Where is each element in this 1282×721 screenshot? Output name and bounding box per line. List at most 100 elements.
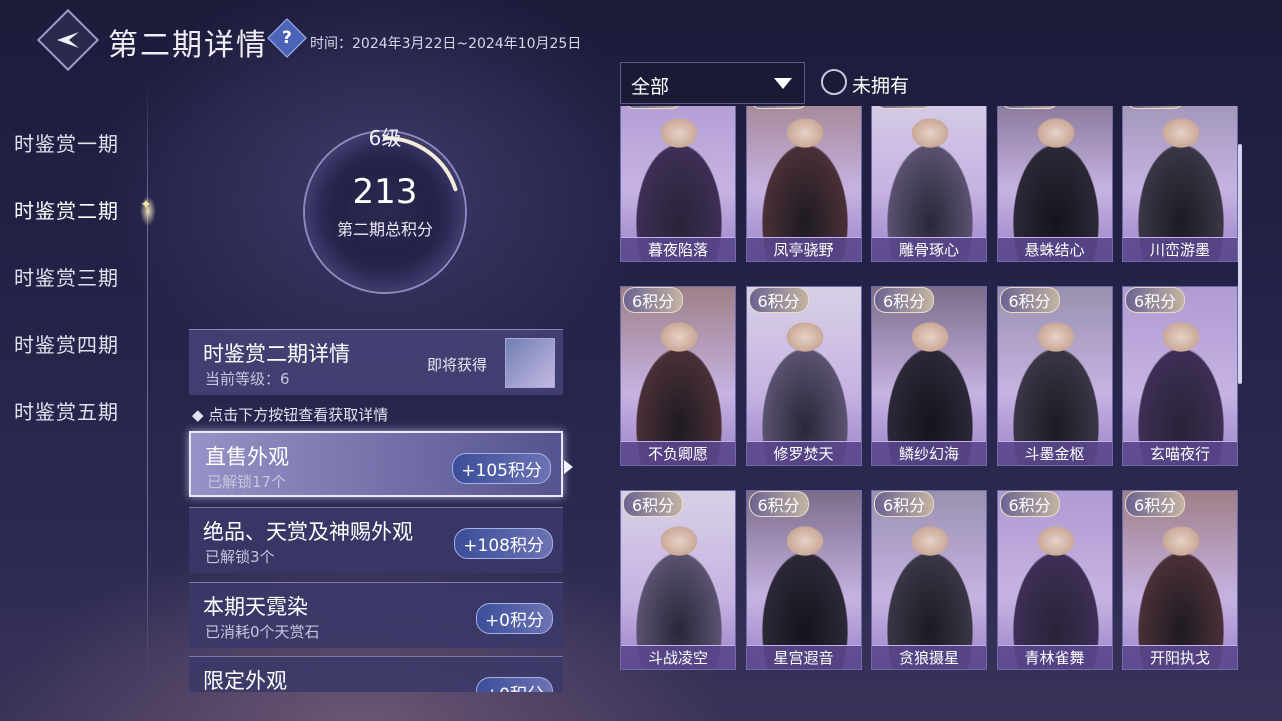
points-badge: 6积分 <box>1125 106 1186 109</box>
filter-value: 全部 <box>631 76 670 98</box>
points-badge: 6积分 <box>874 491 935 517</box>
outfit-card[interactable]: 6积分不负卿愿 <box>620 286 736 466</box>
filter-dropdown[interactable]: 全部 <box>620 62 805 104</box>
outfit-card[interactable]: 6积分斗墨金枢 <box>996 286 1113 466</box>
nav-item-period-3[interactable]: 时鉴赏三期 <box>14 262 174 329</box>
unowned-radio[interactable] <box>821 69 847 95</box>
points-badge: 6积分 <box>999 491 1060 517</box>
category-points: +105积分 <box>452 453 551 484</box>
outfit-portrait <box>872 287 986 465</box>
points-badge: 6积分 <box>623 287 684 313</box>
period-label: 时间：2024年3月22日~2024年10月25日 <box>310 36 582 52</box>
outfit-portrait <box>997 491 1112 669</box>
outfit-name: 贪狼摄星 <box>872 645 986 669</box>
outfit-grid: 6积分暮夜陷落6积分凤亭骁野6积分雕骨琢心6积分悬蛛结心6积分川峦游墨6积分不负… <box>612 106 1242 692</box>
points-badge: 6积分 <box>623 491 684 517</box>
category-points: +0积分 <box>475 677 553 692</box>
current-level: 当前等级：6 <box>205 370 290 388</box>
outfit-name: 修罗焚天 <box>746 441 861 465</box>
outfit-portrait <box>1123 491 1237 669</box>
points-badge: 6积分 <box>623 106 684 109</box>
outfit-portrait <box>621 491 735 669</box>
outfit-portrait <box>746 491 861 669</box>
selected-arrow-icon <box>564 460 573 474</box>
page-title: 第二期详情 <box>108 28 268 63</box>
score-caption: 第二期总积分 <box>336 220 433 239</box>
level-label: 6级 <box>368 126 402 150</box>
category-premium[interactable]: 绝品、天赏及神赐外观 已解锁3个 +108积分 <box>189 507 563 573</box>
outfit-portrait <box>997 287 1112 465</box>
outfit-name: 川峦游墨 <box>1123 237 1237 261</box>
outfit-name: 斗战凌空 <box>621 645 735 669</box>
category-points: +0积分 <box>475 603 553 634</box>
outfit-name: 星宫遐音 <box>746 645 861 669</box>
nav-item-period-5[interactable]: 时鉴赏五期 <box>14 396 174 463</box>
grid-scrollbar[interactable] <box>1238 144 1242 384</box>
outfit-name: 凤亭骁野 <box>746 237 861 261</box>
period-detail-panel[interactable]: 时鉴赏二期详情 当前等级：6 即将获得 <box>189 329 563 395</box>
nav-item-period-1[interactable]: 时鉴赏一期 <box>14 128 174 195</box>
detail-title: 时鉴赏二期详情 <box>203 342 350 366</box>
outfit-portrait <box>872 491 986 669</box>
category-limited[interactable]: 限定外观 +0积分 <box>189 656 563 692</box>
category-sub: 已解锁3个 <box>205 548 275 566</box>
outfit-card[interactable]: 6积分川峦游墨 <box>1122 106 1238 262</box>
category-name: 限定外观 <box>203 669 287 692</box>
chevron-down-icon <box>774 78 792 89</box>
outfit-card[interactable]: 6积分玄喵夜行 <box>1122 286 1238 466</box>
outfit-portrait <box>621 287 735 465</box>
category-name: 直售外观 <box>205 445 289 469</box>
header: 第二期详情 ? 时间：2024年3月22日~2024年10月25日 <box>0 0 660 80</box>
outfit-name: 斗墨金枢 <box>997 441 1112 465</box>
points-badge: 6积分 <box>999 287 1060 313</box>
points-badge: 6积分 <box>748 491 809 517</box>
points-badge: 6积分 <box>1125 491 1186 517</box>
outfit-portrait <box>1123 287 1237 465</box>
outfit-name: 玄喵夜行 <box>1123 441 1237 465</box>
outfit-card[interactable]: 6积分雕骨琢心 <box>871 106 987 262</box>
points-badge: 6积分 <box>999 106 1060 109</box>
category-list-clip: 限定外观 +0积分 <box>189 656 563 692</box>
category-sub: 已解锁17个 <box>207 473 287 491</box>
period-nav: 时鉴赏一期 时鉴赏二期 ✦ 时鉴赏三期 时鉴赏四期 时鉴赏五期 <box>14 128 174 463</box>
upcoming-reward-thumbnail[interactable] <box>505 338 555 388</box>
outfit-name: 暮夜陷落 <box>621 237 735 261</box>
nav-item-period-4[interactable]: 时鉴赏四期 <box>14 329 174 396</box>
points-badge: 6积分 <box>1125 287 1186 313</box>
back-button[interactable] <box>36 8 100 72</box>
help-icon[interactable]: ? <box>267 18 307 58</box>
outfit-card[interactable]: 6积分斗战凌空 <box>620 490 736 670</box>
outfit-name: 青林雀舞 <box>997 645 1112 669</box>
nav-item-period-2[interactable]: 时鉴赏二期 ✦ <box>14 195 174 262</box>
outfit-portrait <box>746 287 861 465</box>
outfit-name: 鳞纱幻海 <box>872 441 986 465</box>
hint-text: ◆ 点击下方按钮查看获取详情 <box>192 406 389 424</box>
category-dye[interactable]: 本期天霓染 已消耗0个天赏石 +0积分 <box>189 582 563 648</box>
outfit-card[interactable]: 6积分 修罗焚天 <box>745 286 862 466</box>
back-arrow-icon <box>57 32 79 48</box>
outfit-card[interactable]: 6积分暮夜陷落 <box>620 106 736 262</box>
category-name: 绝品、天赏及神赐外观 <box>203 520 413 544</box>
outfit-card[interactable]: 6积分悬蛛结心 <box>996 106 1113 262</box>
nav-item-label: 时鉴赏二期 <box>14 199 119 223</box>
points-badge: 6积分 <box>874 287 935 313</box>
active-marker-icon: ✦ <box>140 197 153 213</box>
category-sub: 已消耗0个天赏石 <box>205 623 320 641</box>
outfit-card[interactable]: 6积分星宫遐音 <box>745 490 862 670</box>
outfit-name: 雕骨琢心 <box>872 237 986 261</box>
outfit-card[interactable]: 6积分贪狼摄星 <box>871 490 987 670</box>
total-score: 213 <box>352 172 418 212</box>
outfit-name: 不负卿愿 <box>621 441 735 465</box>
level-progress-arc <box>309 136 461 288</box>
score-ring: 6级 213 第二期总积分 <box>285 112 485 292</box>
outfit-card[interactable]: 6积分青林雀舞 <box>996 490 1113 670</box>
outfit-card[interactable]: 6积分开阳执戈 <box>1122 490 1238 670</box>
unowned-label[interactable]: 未拥有 <box>852 71 909 98</box>
outfit-card[interactable]: 6积分凤亭骁野 <box>745 106 862 262</box>
category-direct-sale[interactable]: 直售外观 已解锁17个 +105积分 <box>189 431 563 497</box>
category-points: +108积分 <box>454 528 553 559</box>
outfit-card[interactable]: 6积分鳞纱幻海 <box>871 286 987 466</box>
outfit-name: 开阳执戈 <box>1123 645 1237 669</box>
outfit-name: 悬蛛结心 <box>997 237 1112 261</box>
points-badge: 6积分 <box>748 106 809 109</box>
